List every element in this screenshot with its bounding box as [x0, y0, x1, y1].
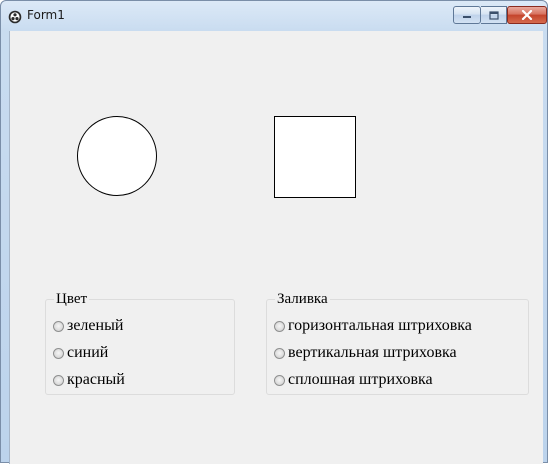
fill-groupbox: Заливка горизонтальная штриховка вертика… [266, 290, 529, 395]
square-shape [274, 116, 356, 198]
app-icon [8, 10, 22, 24]
radio-horizontal-hatch-label: горизонтальная штриховка [288, 317, 472, 334]
radio-vertical-hatch[interactable]: вертикальная штриховка [274, 343, 457, 363]
radio-red-label: красный [67, 371, 125, 388]
fill-group-title: Заливка [275, 290, 330, 308]
radio-button-icon [53, 320, 64, 332]
title-bar[interactable]: Form1 [1, 1, 547, 31]
maximize-icon [488, 10, 499, 20]
radio-green-label: зеленый [67, 317, 124, 334]
radio-solid-hatch-label: сплошная штриховка [288, 371, 433, 388]
radio-button-icon [274, 374, 285, 386]
radio-horizontal-hatch[interactable]: горизонтальная штриховка [274, 316, 472, 336]
radio-button-icon [53, 347, 64, 359]
color-groupbox: Цвет зеленый синий красный [45, 290, 235, 395]
minimize-button[interactable] [453, 6, 481, 24]
radio-button-icon [53, 374, 64, 386]
radio-solid-hatch[interactable]: сплошная штриховка [274, 370, 433, 390]
color-group-title: Цвет [54, 290, 90, 308]
maximize-button[interactable] [481, 6, 507, 24]
close-button[interactable] [507, 6, 547, 24]
circle-shape [77, 116, 157, 196]
minimize-icon [463, 16, 471, 18]
radio-red[interactable]: красный [53, 370, 125, 390]
radio-button-icon [274, 347, 285, 359]
close-icon [521, 10, 533, 20]
form-client-area: Цвет зеленый синий красный Заливка гориз… [9, 31, 543, 464]
radio-button-icon [274, 320, 285, 332]
radio-vertical-hatch-label: вертикальная штриховка [288, 344, 457, 361]
radio-blue-label: синий [67, 344, 109, 361]
window-title: Form1 [27, 8, 65, 22]
form1-window: Form1 Цвет зеленый синий красный Заливка… [0, 0, 548, 464]
radio-green[interactable]: зеленый [53, 316, 123, 336]
radio-blue[interactable]: синий [53, 343, 108, 363]
